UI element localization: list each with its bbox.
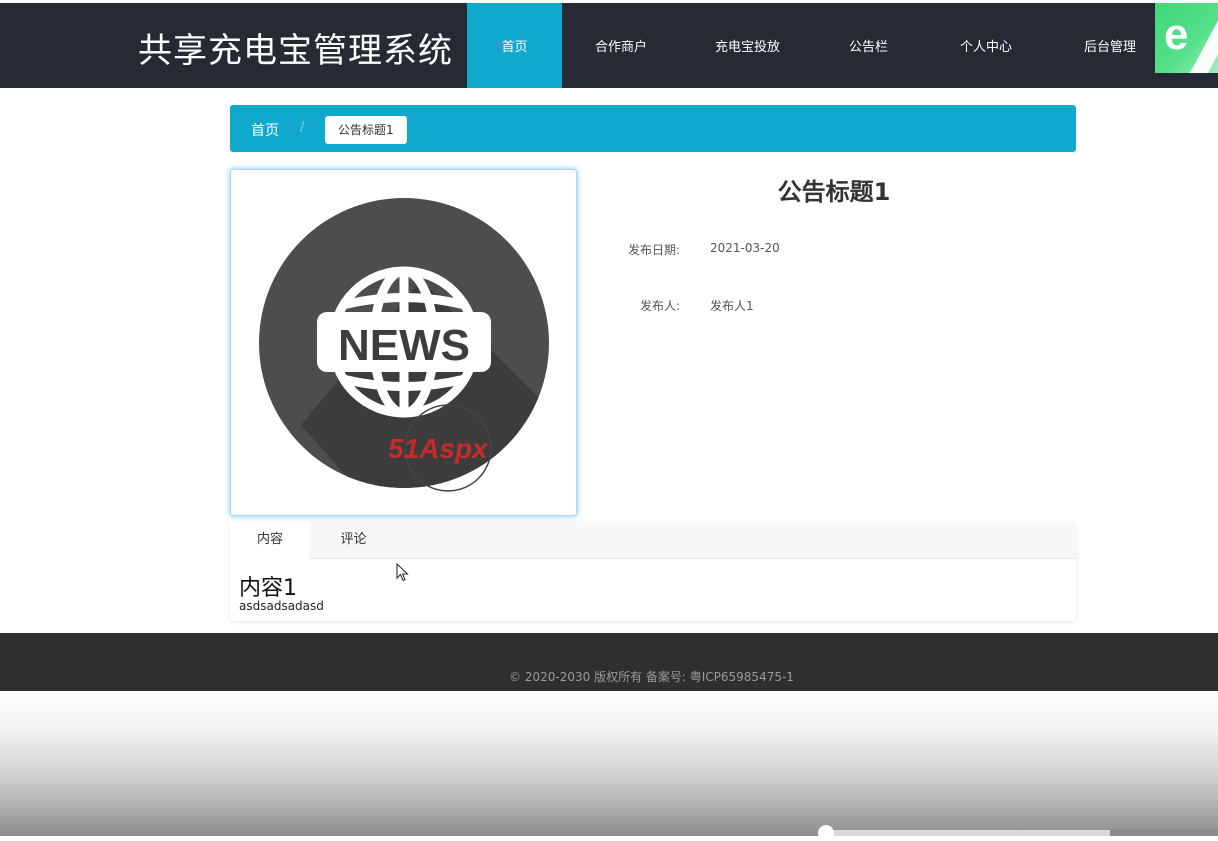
page-bottom-shade bbox=[0, 691, 1218, 836]
nav-label: 合作商户 bbox=[594, 40, 647, 55]
e-glyph: e bbox=[1164, 10, 1189, 59]
site-header: 共享充电宝管理系统 首页 合作商户 充电宝投放 公告栏 个人中心 后台管理 e bbox=[0, 3, 1218, 88]
content-body: asdsadsadasd bbox=[239, 599, 324, 613]
scroll-handle[interactable] bbox=[818, 825, 834, 841]
main-nav: 首页 合作商户 充电宝投放 公告栏 个人中心 后台管理 bbox=[467, 3, 1170, 88]
footer-copyright: © 2020-2030 版权所有 备案号: 粤ICP65985475-1 bbox=[509, 670, 794, 684]
content-tabs: 内容 评论 内容1 asdsadsadasd bbox=[230, 522, 1076, 621]
tab-bar: 内容 评论 bbox=[230, 522, 1076, 559]
publisher-value: 发布人1 bbox=[710, 299, 754, 313]
breadcrumb-current: 公告标题1 bbox=[325, 116, 407, 144]
nav-label: 首页 bbox=[501, 40, 528, 55]
breadcrumb: 首页 / 公告标题1 bbox=[230, 105, 1076, 152]
tab-content[interactable]: 内容 bbox=[230, 522, 310, 559]
nav-item-powerbank-deploy[interactable]: 充电宝投放 bbox=[680, 3, 815, 88]
nav-item-merchants[interactable]: 合作商户 bbox=[562, 3, 680, 88]
logo-stripe bbox=[1184, 3, 1218, 73]
date-label: 发布日期: bbox=[627, 243, 680, 257]
tab-comments[interactable]: 评论 bbox=[310, 522, 397, 558]
scrollbar-thumb[interactable] bbox=[826, 830, 1110, 836]
date-value: 2021-03-20 bbox=[710, 241, 780, 255]
breadcrumb-separator: / bbox=[300, 120, 305, 135]
mouse-cursor-icon bbox=[396, 563, 409, 582]
site-title: 共享充电宝管理系统 bbox=[138, 31, 453, 71]
news-globe-image: NEWS 51Aspx bbox=[259, 198, 549, 492]
publisher-label: 发布人: bbox=[639, 299, 680, 313]
nav-item-bulletin[interactable]: 公告栏 bbox=[815, 3, 922, 88]
nav-item-home[interactable]: 首页 bbox=[467, 3, 562, 88]
news-text: NEWS bbox=[338, 321, 470, 370]
watermark-text: 51Aspx bbox=[388, 433, 489, 464]
e-browser-icon[interactable]: e bbox=[1155, 3, 1218, 73]
nav-label: 充电宝投放 bbox=[714, 40, 780, 55]
site-footer: © 2020-2030 版权所有 备案号: 粤ICP65985475-1 bbox=[0, 633, 1218, 691]
nav-label: 个人中心 bbox=[959, 40, 1012, 55]
notice-image: NEWS 51Aspx bbox=[230, 169, 577, 516]
nav-item-admin[interactable]: 后台管理 bbox=[1050, 3, 1170, 88]
notice-title: 公告标题1 bbox=[777, 178, 891, 206]
nav-label: 公告栏 bbox=[848, 40, 888, 55]
breadcrumb-home[interactable]: 首页 bbox=[251, 120, 279, 140]
nav-item-personal-center[interactable]: 个人中心 bbox=[922, 3, 1050, 88]
nav-label: 后台管理 bbox=[1083, 40, 1136, 55]
content-heading: 内容1 bbox=[239, 576, 297, 601]
